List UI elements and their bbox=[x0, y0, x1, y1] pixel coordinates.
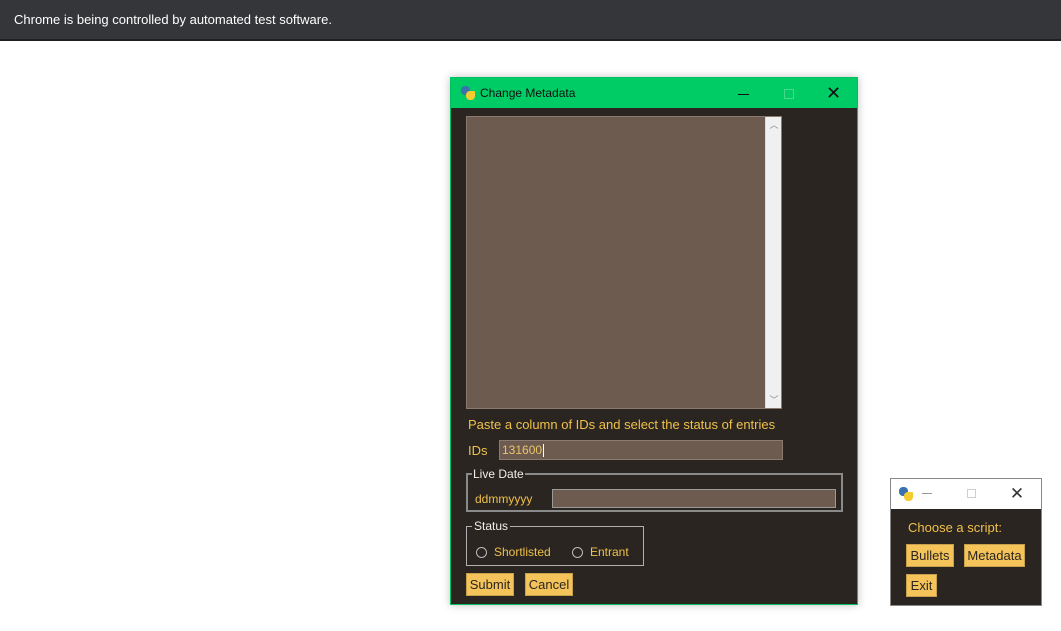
window-title: Change Metadata bbox=[480, 86, 576, 100]
text-caret bbox=[543, 444, 545, 458]
python-icon bbox=[898, 486, 914, 502]
radio-circle-icon[interactable] bbox=[476, 546, 487, 558]
ids-textarea[interactable]: ︿ ﹀ bbox=[466, 116, 782, 409]
script-launcher-window: ✕ Choose a script: Bullets Metadata Exit bbox=[890, 478, 1042, 606]
automation-infobar: Chrome is being controlled by automated … bbox=[0, 0, 1061, 41]
change-metadata-window: Change Metadata ✕ ︿ ﹀ Paste a column of … bbox=[450, 77, 858, 605]
maximize-icon bbox=[966, 489, 976, 499]
radio-entrant-label: Entrant bbox=[590, 545, 629, 559]
maximize-button[interactable] bbox=[766, 78, 811, 108]
ids-label: IDs bbox=[468, 443, 488, 458]
ids-input-value: 131600 bbox=[502, 443, 543, 457]
bullets-button[interactable]: Bullets bbox=[906, 544, 954, 567]
radio-shortlisted[interactable]: Shortlisted bbox=[476, 545, 551, 559]
live-date-format-label: ddmmyyyy bbox=[475, 492, 533, 506]
exit-button[interactable]: Exit bbox=[906, 574, 937, 597]
scroll-up-icon[interactable]: ︿ bbox=[766, 117, 782, 133]
minimize-icon bbox=[738, 93, 749, 95]
submit-button[interactable]: Submit bbox=[466, 573, 514, 596]
status-group: Status Shortlisted Entrant bbox=[466, 519, 644, 566]
launcher-maximize-button[interactable] bbox=[963, 479, 979, 509]
metadata-button[interactable]: Metadata bbox=[964, 544, 1025, 567]
choose-script-label: Choose a script: bbox=[908, 520, 1002, 535]
launcher-title-bar[interactable]: ✕ bbox=[891, 479, 1041, 509]
status-legend: Status bbox=[474, 519, 509, 533]
python-icon bbox=[460, 85, 476, 101]
radio-entrant[interactable]: Entrant bbox=[572, 545, 629, 559]
infobar-text: Chrome is being controlled by automated … bbox=[14, 12, 332, 27]
close-button[interactable]: ✕ bbox=[811, 78, 856, 108]
launcher-minimize-button[interactable] bbox=[919, 479, 935, 509]
minimize-button[interactable] bbox=[721, 78, 766, 108]
live-date-input[interactable] bbox=[552, 489, 836, 508]
cancel-button[interactable]: Cancel bbox=[525, 573, 573, 596]
live-date-group: Live Date ddmmyyyy bbox=[466, 467, 843, 512]
launcher-close-button[interactable]: ✕ bbox=[1007, 479, 1027, 509]
close-icon: ✕ bbox=[825, 83, 842, 103]
maximize-icon bbox=[783, 89, 794, 100]
scroll-down-icon[interactable]: ﹀ bbox=[766, 392, 782, 408]
instruction-text: Paste a column of IDs and select the sta… bbox=[468, 417, 776, 432]
minimize-icon bbox=[922, 493, 932, 495]
textarea-scrollbar[interactable]: ︿ ﹀ bbox=[765, 117, 781, 408]
radio-shortlisted-label: Shortlisted bbox=[494, 545, 551, 559]
radio-circle-icon[interactable] bbox=[572, 546, 583, 558]
live-date-legend: Live Date bbox=[473, 467, 524, 481]
ids-input[interactable]: 131600 bbox=[499, 440, 783, 460]
title-bar[interactable]: Change Metadata ✕ bbox=[451, 78, 857, 108]
close-icon: ✕ bbox=[1009, 484, 1025, 503]
